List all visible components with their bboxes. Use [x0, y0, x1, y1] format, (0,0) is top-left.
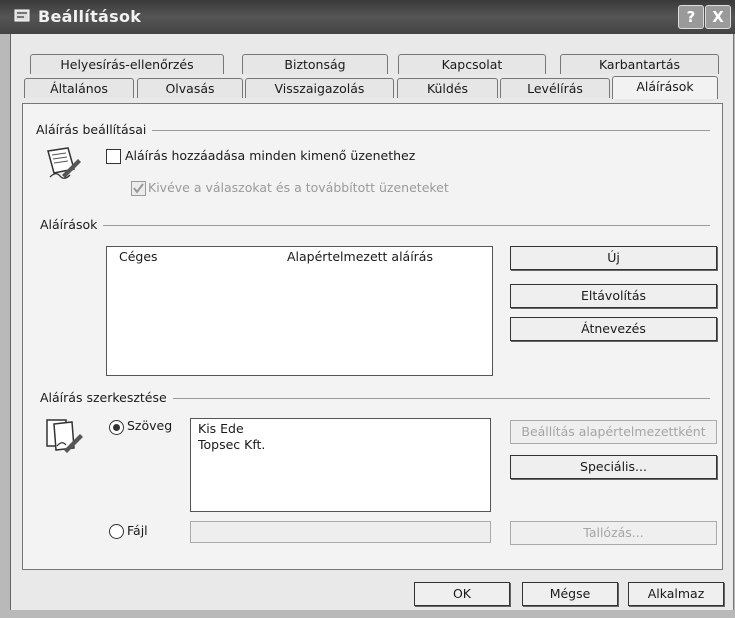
edit-group-title: Aláírás szerkesztése: [40, 390, 173, 405]
set-default-button[interactable]: Beállítás alapértelmezettként: [510, 420, 717, 444]
file-radio-label: Fájl: [127, 523, 148, 538]
new-signature-button[interactable]: Új: [510, 246, 717, 270]
cancel-button[interactable]: Mégse: [522, 582, 618, 606]
browse-button[interactable]: Tallózás...: [510, 521, 717, 545]
signatures-group-line: [40, 225, 710, 226]
tab-send[interactable]: Küldés: [397, 78, 498, 98]
apply-button[interactable]: Alkalmaz: [628, 582, 724, 606]
list-item[interactable]: Céges Alapértelmezett aláírás: [111, 249, 488, 266]
editor-line-2: Topsec Kft.: [198, 437, 266, 452]
editor-line-1: Kis Ede: [198, 421, 244, 436]
tab-maintenance[interactable]: Karbantartás: [560, 54, 719, 74]
signature-status: Alapértelmezett aláírás: [287, 249, 433, 264]
remove-signature-button[interactable]: Eltávolítás: [510, 284, 717, 308]
settings-window-icon: [14, 9, 30, 22]
add-signature-label: Aláírás hozzáadása minden kimenő üzeneth…: [125, 148, 416, 163]
tab-read[interactable]: Olvasás: [137, 78, 243, 98]
settings-group-title: Aláírás beállításai: [36, 122, 153, 137]
signature-name: Céges: [119, 249, 158, 264]
signatures-group-title: Aláírások: [40, 217, 104, 232]
tab-general[interactable]: Általános: [24, 78, 134, 98]
tab-security[interactable]: Biztonság: [242, 54, 388, 74]
edit-signature-icon: [46, 419, 83, 453]
signatures-list[interactable]: Céges Alapértelmezett aláírás: [106, 246, 493, 376]
help-button[interactable]: ?: [678, 5, 704, 29]
rename-signature-button[interactable]: Átnevezés: [510, 317, 717, 341]
tab-connection[interactable]: Kapcsolat: [398, 54, 546, 74]
file-path-input[interactable]: [190, 521, 491, 543]
file-radio[interactable]: [109, 524, 124, 539]
tab-spelling[interactable]: Helyesírás-ellenőrzés: [30, 54, 224, 74]
advanced-button[interactable]: Speciális...: [510, 455, 717, 479]
text-radio[interactable]: [109, 420, 124, 435]
tab-signatures[interactable]: Aláírások: [612, 76, 718, 99]
signature-text-editor[interactable]: Kis Ede Topsec Kft.: [190, 418, 491, 512]
text-radio-label: Szöveg: [127, 418, 173, 433]
tab-receipts[interactable]: Visszaigazolás: [245, 78, 394, 98]
window-title: Beállítások: [38, 7, 142, 26]
except-replies-checkbox[interactable]: [131, 181, 146, 196]
close-button[interactable]: X: [705, 5, 731, 29]
title-bar: Beállítások ? X: [0, 0, 735, 34]
tab-compose[interactable]: Levélírás: [500, 78, 610, 98]
checkmark-icon: [133, 183, 144, 194]
ok-button[interactable]: OK: [414, 582, 510, 606]
signature-pen-icon: [47, 147, 81, 179]
radio-selected-dot: [113, 424, 120, 431]
except-replies-label: Kivéve a válaszokat és a továbbított üze…: [148, 180, 449, 195]
add-signature-checkbox[interactable]: [106, 149, 121, 164]
